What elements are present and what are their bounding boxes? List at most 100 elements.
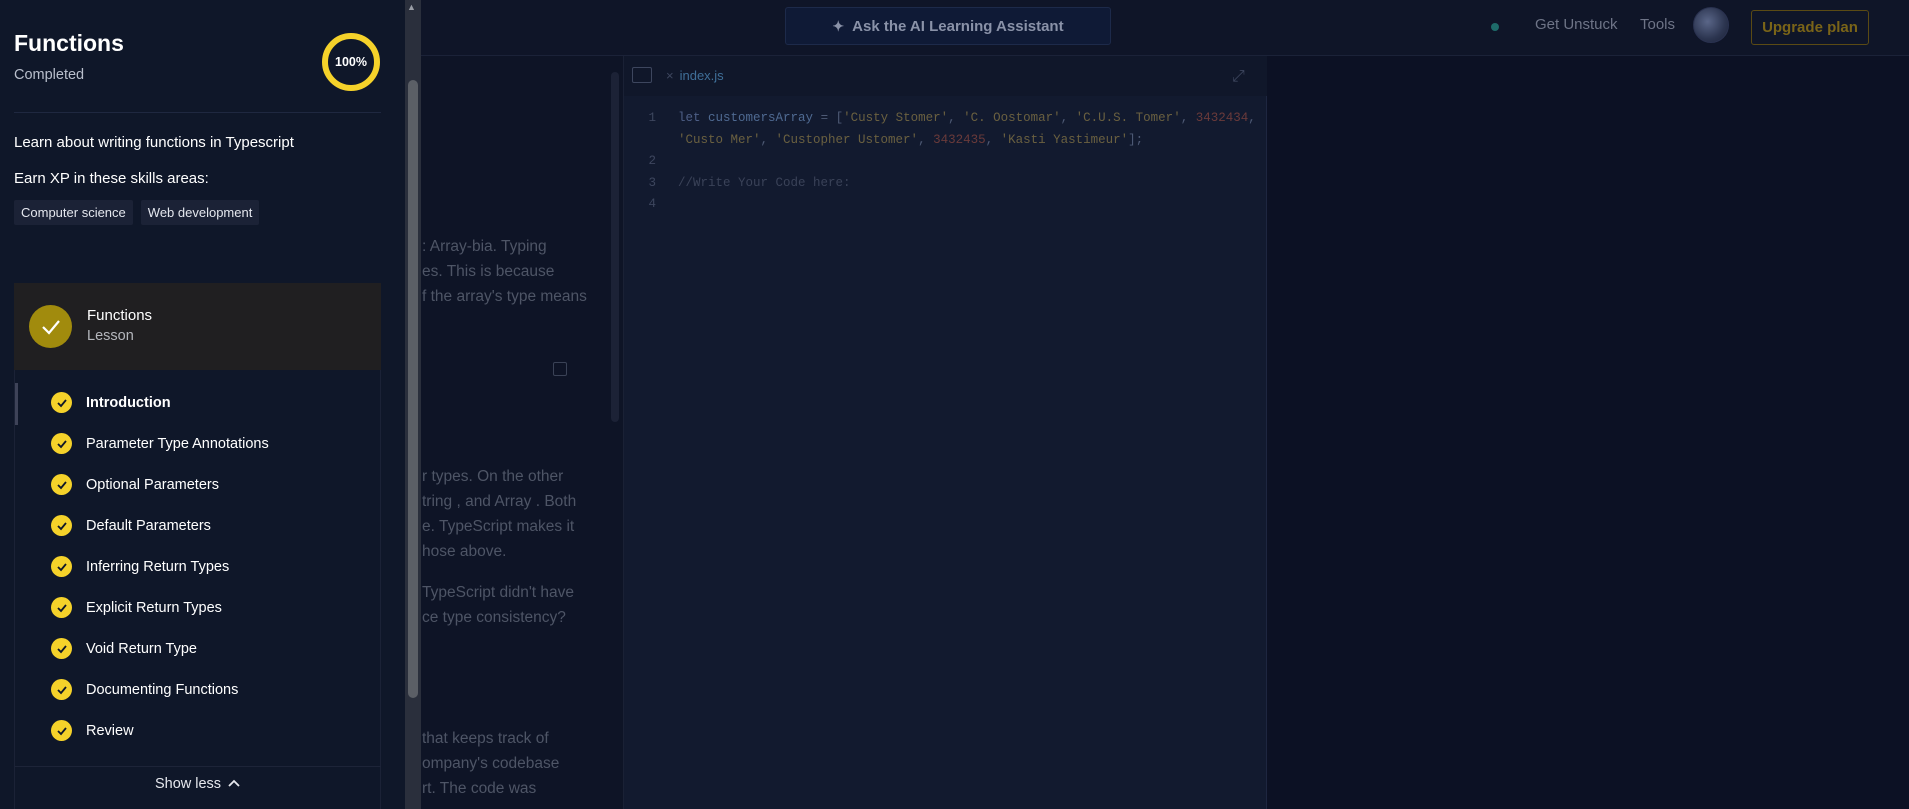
step-item[interactable]: Parameter Type Annotations [51, 433, 269, 454]
check-icon [51, 474, 72, 495]
step-item[interactable]: Review [51, 720, 134, 741]
check-icon [51, 433, 72, 454]
active-step-indicator [15, 383, 18, 425]
code-string: 'Kasti Yastimeur' [1000, 132, 1129, 147]
check-icon [51, 392, 72, 413]
sparkle-icon: ✦ [832, 17, 845, 34]
lesson-text-line: e. TypeScript makes it [422, 518, 575, 535]
app-root: ✦ Ask the AI Learning Assistant Get Unst… [0, 0, 1909, 809]
line-number: 3 [648, 175, 656, 190]
close-icon[interactable]: × [666, 68, 674, 83]
code-string: 'Custopher Ustomer' [775, 132, 919, 147]
step-item[interactable]: Optional Parameters [51, 474, 219, 495]
lesson-text-line: : Array-bia. Typing [422, 238, 547, 255]
show-less-label: Show less [154, 776, 222, 792]
divider [14, 112, 381, 113]
scroll-up-icon[interactable]: ▲ [407, 2, 416, 12]
code-text: 'Custo Mer', 'Custopher Ustomer', 343243… [678, 132, 1144, 147]
code-line: 1 let customersArray = ['Custy Stomer', … [624, 108, 1267, 130]
step-item[interactable]: Inferring Return Types [51, 556, 229, 577]
skill-chips: Computer science Web development [14, 200, 260, 225]
top-bar: ✦ Ask the AI Learning Assistant Get Unst… [405, 0, 1909, 56]
lesson-text-line: f the array's type means [422, 288, 587, 305]
editor-tab-bar: × index.js ⤢ [624, 56, 1267, 96]
sidebar-scroll-thumb[interactable] [408, 80, 418, 698]
line-number-blank [624, 130, 656, 152]
progress-label: 100% [335, 55, 367, 69]
code-line: 3 //Write Your Code here: [624, 173, 1267, 195]
lesson-type: Lesson [87, 328, 134, 344]
ai-assistant-label: Ask the AI Learning Assistant [852, 17, 1064, 35]
lesson-content-panel [405, 56, 623, 809]
lesson-complete-icon [29, 305, 72, 348]
folder-icon[interactable] [632, 67, 652, 83]
skill-chip[interactable]: Computer science [14, 200, 133, 225]
lesson-text-line: rt. The code was [422, 780, 537, 797]
check-icon [51, 556, 72, 577]
lesson-text-line: hose above. [422, 543, 507, 560]
tab-index-js[interactable]: × index.js [666, 68, 724, 83]
code-line: 2 [624, 151, 1267, 173]
step-item[interactable]: Explicit Return Types [51, 597, 222, 618]
module-status: Completed [14, 67, 85, 83]
show-less-button[interactable]: Show less [15, 776, 381, 792]
line-number: 2 [648, 154, 656, 168]
lesson-card[interactable]: Functions Lesson [14, 283, 381, 370]
step-item[interactable]: Introduction [51, 392, 171, 413]
step-label: Inferring Return Types [86, 558, 230, 575]
code-text: let customersArray = ['Custy Stomer', 'C… [678, 111, 1256, 125]
step-label: Introduction [86, 394, 171, 411]
skill-chip[interactable]: Web development [140, 200, 260, 225]
check-icon [51, 597, 72, 618]
lesson-text-line: tring , and Array . Both [422, 493, 577, 510]
avatar[interactable] [1693, 7, 1729, 43]
lesson-title: Functions [87, 307, 153, 324]
upgrade-plan-button[interactable]: Upgrade plan [1751, 10, 1869, 45]
code-number: 3432435 [933, 132, 986, 147]
lesson-text-line: that keeps track of [422, 730, 549, 747]
check-icon [51, 515, 72, 536]
check-icon [51, 679, 72, 700]
step-item[interactable]: Documenting Functions [51, 679, 238, 700]
copy-icon[interactable] [553, 362, 567, 376]
lesson-text-line: r types. On the other [422, 468, 564, 485]
code-area[interactable]: 1 let customersArray = ['Custy Stomer', … [624, 108, 1267, 216]
lesson-text-line: ce type consistency? [422, 609, 566, 626]
chevron-up-icon [227, 776, 241, 792]
output-area [1268, 56, 1909, 809]
check-icon [51, 720, 72, 741]
code-line: 'Custo Mer', 'Custopher Ustomer', 343243… [624, 130, 1267, 152]
code-line: 4 [624, 194, 1267, 216]
line-number: 1 [648, 111, 656, 125]
tab-label: index.js [679, 68, 724, 83]
code-string: 'C. Oostomar' [963, 111, 1061, 125]
lesson-scrollbar[interactable] [611, 72, 619, 422]
tools-link[interactable]: Tools [1640, 16, 1675, 33]
check-icon [51, 638, 72, 659]
lesson-text-line: TypeScript didn't have [422, 584, 575, 601]
code-number: 3432434 [1195, 111, 1249, 125]
code-operator: ]; [1128, 132, 1144, 147]
get-unstuck-link[interactable]: Get Unstuck [1535, 16, 1618, 33]
divider [15, 766, 381, 767]
code-string: 'Custo Mer' [678, 132, 761, 147]
step-item[interactable]: Void Return Type [51, 638, 197, 659]
code-comment: //Write Your Code here: [678, 175, 851, 190]
step-label: Optional Parameters [86, 476, 219, 493]
code-variable: customersArray [708, 111, 814, 125]
syllabus-sidebar: Functions Completed 100% Learn about wri… [0, 0, 405, 809]
expand-icon[interactable]: ⤢ [1232, 68, 1245, 86]
module-title: Functions [14, 30, 124, 56]
step-label: Void Return Type [86, 640, 197, 657]
status-dot-icon [1491, 23, 1499, 31]
code-editor[interactable]: × index.js ⤢ 1 let customersArray = ['Cus… [624, 56, 1267, 809]
code-operator: = [ [813, 111, 844, 125]
step-label: Explicit Return Types [86, 599, 222, 616]
lesson-text-line: es. This is because [422, 263, 555, 280]
line-number: 4 [648, 197, 656, 211]
step-item[interactable]: Default Parameters [51, 515, 211, 536]
ai-assistant-button[interactable]: ✦ Ask the AI Learning Assistant [785, 7, 1111, 45]
step-label: Review [86, 722, 134, 739]
